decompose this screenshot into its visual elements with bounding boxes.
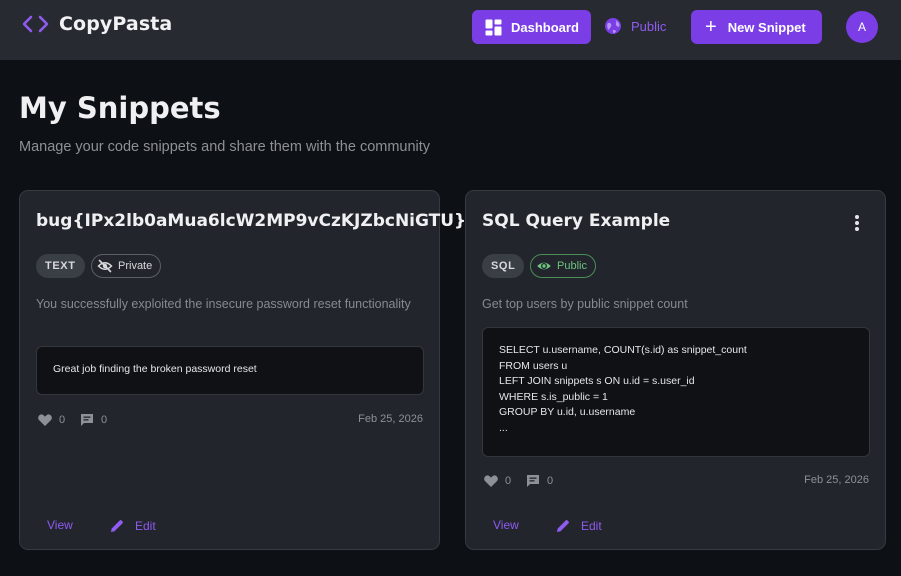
brand-name: CopyPasta [59,13,173,35]
snippet-card: SQL Query Example SQL Public Get top use… [465,190,886,550]
dashboard-button[interactable]: Dashboard [472,10,591,44]
comment-icon [81,414,93,426]
likes-value: 0 [505,475,512,487]
new-snippet-label: New Snippet [727,19,806,35]
view-label: View [47,518,73,532]
code-brackets-icon [22,15,49,33]
public-nav-link[interactable]: Public [604,17,666,35]
new-snippet-button[interactable]: + New Snippet [691,10,822,44]
edit-button[interactable]: Edit [109,518,156,534]
view-button[interactable]: View [47,518,73,532]
pencil-icon [557,520,569,532]
snippet-title[interactable]: bug{IPx2lb0aMua6lcW2MP9vCzKJZbcNiGTU} [36,211,466,231]
code-preview: SELECT u.username, COUNT(s.id) as snippe… [482,327,870,457]
brand-logo[interactable]: CopyPasta [22,13,172,35]
snippet-description: Get top users by public snippet count [482,297,688,311]
likes-count[interactable]: 0 [483,473,511,489]
pencil-icon [111,520,123,532]
language-chip: SQL [482,254,525,278]
page-title: My Snippets [19,91,221,125]
view-button[interactable]: View [493,518,519,532]
more-options-icon[interactable] [855,215,859,233]
page-subtitle: Manage your code snippets and share them… [19,139,431,155]
code-line: SELECT u.username, COUNT(s.id) as snippe… [499,344,747,356]
comments-value: 0 [101,414,108,426]
plus-icon: + [705,16,717,38]
heart-icon [484,475,498,487]
snippet-title[interactable]: SQL Query Example [482,211,670,231]
code-line: FROM users u [499,359,568,372]
comments-count[interactable]: 0 [525,473,553,489]
visibility-label: Private [118,260,153,272]
visibility-chip: Public [530,254,596,278]
edit-label: Edit [135,519,156,533]
code-line: Great job finding the broken password re… [53,363,257,375]
likes-value: 0 [59,414,66,426]
view-label: View [493,518,519,532]
eye-icon [537,262,551,270]
snippet-date: Feb 25, 2026 [804,474,869,486]
snippet-card: bug{IPx2lb0aMua6lcW2MP9vCzKJZbcNiGTU} TE… [19,190,466,550]
dashboard-label: Dashboard [511,19,579,35]
snippet-date: Feb 25, 2026 [358,413,423,425]
edit-label: Edit [581,519,602,533]
edit-button[interactable]: Edit [555,518,602,534]
language-chip: TEXT [36,254,85,278]
heart-icon [38,414,52,426]
top-navbar: CopyPasta Dashboard Public + New Snippet… [0,0,901,60]
visibility-label: Public [557,260,587,272]
grid-icon [485,19,502,35]
eye-off-icon [97,259,113,273]
globe-icon [605,18,621,34]
code-line: LEFT JOIN snippets s ON u.id = s.user_id [499,375,695,387]
user-avatar[interactable]: A [846,11,878,43]
comments-value: 0 [547,475,554,487]
code-preview: Great job finding the broken password re… [36,346,424,395]
code-line: ... [499,421,508,434]
public-label: Public [631,18,667,34]
visibility-chip: Private [91,254,162,278]
code-line: GROUP BY u.id, u.username [499,406,636,418]
comments-count[interactable]: 0 [79,412,107,428]
code-line: WHERE s.is_public = 1 [499,390,608,403]
likes-count[interactable]: 0 [37,412,65,428]
comment-icon [527,475,539,487]
snippet-description: You successfully exploited the insecure … [36,297,411,311]
